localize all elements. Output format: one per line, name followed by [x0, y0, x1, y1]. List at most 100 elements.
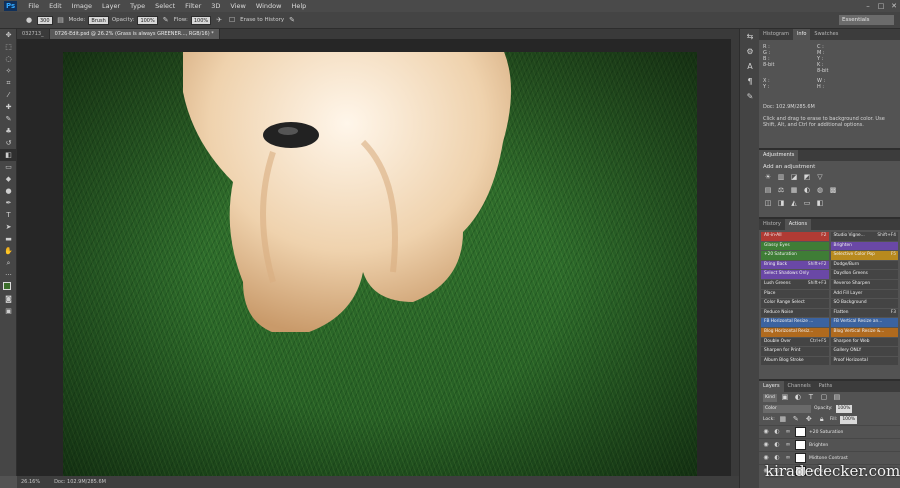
tab-actions[interactable]: Actions	[784, 219, 812, 230]
invert-icon[interactable]: ◫	[763, 199, 773, 208]
gradient-map-triangle-icon[interactable]: ▽	[815, 173, 825, 182]
menu-select[interactable]: Select	[150, 0, 180, 12]
pen-tool-icon[interactable]: ✒	[0, 197, 17, 209]
action-item[interactable]: Sharpen for Web	[830, 337, 898, 347]
healing-brush-tool-icon[interactable]: ✚	[0, 101, 17, 113]
action-item[interactable]: Proof Horizontal	[830, 356, 898, 366]
layer-row[interactable]: ◉ ◐ ∞ +20 Saturation	[759, 425, 900, 438]
fill-field[interactable]: 100%	[840, 415, 858, 424]
zoom-level[interactable]: 26.16%	[21, 479, 40, 485]
erase-history-checkbox[interactable]: ☐	[227, 15, 237, 25]
photo-canvas[interactable]	[63, 52, 697, 476]
menu-help[interactable]: Help	[286, 0, 311, 12]
filter-adjust-icon[interactable]: ◐	[793, 393, 803, 402]
exposure-icon[interactable]: ◩	[802, 173, 812, 182]
selective-color-icon[interactable]: ◧	[815, 199, 825, 208]
gradient-map-icon[interactable]: ▭	[802, 199, 812, 208]
action-item[interactable]: Lush Greens Shift+F3	[761, 279, 829, 289]
canvas-area[interactable]	[17, 39, 739, 476]
menu-image[interactable]: Image	[67, 0, 97, 12]
more-tools-icon[interactable]: ···	[0, 269, 17, 281]
tool-presets-icon[interactable]: ✎	[740, 89, 760, 104]
tab-history[interactable]: History	[759, 219, 785, 230]
path-select-tool-icon[interactable]: ➤	[0, 221, 17, 233]
tab-channels[interactable]: Channels	[784, 381, 815, 392]
action-item[interactable]: Blog Vertical Resize &...	[830, 327, 898, 337]
action-item[interactable]: FB Horizontal Resize ...	[761, 318, 829, 327]
dodge-tool-icon[interactable]: ●	[0, 185, 17, 197]
menu-view[interactable]: View	[225, 0, 250, 12]
character-panel-icon[interactable]: A	[740, 59, 760, 74]
action-item[interactable]: Color Range Select	[761, 299, 829, 308]
threshold-icon[interactable]: ◭	[789, 199, 799, 208]
menu-window[interactable]: Window	[251, 0, 287, 12]
channel-mixer-icon[interactable]: ▩	[828, 186, 838, 195]
visibility-eye-icon[interactable]: ◉	[762, 428, 770, 436]
brightness-icon[interactable]: ☀	[763, 173, 773, 182]
curves-icon[interactable]: ◪	[789, 173, 799, 182]
action-item[interactable]: Selective Color Pop F5	[830, 251, 898, 260]
tab-swatches[interactable]: Swatches	[810, 29, 842, 40]
tab-adjustments[interactable]: Adjustments	[759, 150, 799, 161]
tab-paths[interactable]: Paths	[815, 381, 837, 392]
action-item[interactable]: Dodge/Burn	[830, 260, 898, 270]
filter-shape-icon[interactable]: ▢	[819, 393, 829, 402]
hue-saturation-icon[interactable]: ⚖	[776, 186, 786, 195]
menu-3d[interactable]: 3D	[206, 0, 225, 12]
color-swatches-icon[interactable]	[0, 281, 17, 294]
action-item[interactable]: SO Background	[830, 299, 898, 308]
pressure-size-icon[interactable]: ✎	[287, 15, 297, 25]
mode-select[interactable]: Brush	[88, 15, 109, 25]
close-button[interactable]: ✕	[888, 0, 900, 12]
filter-pixel-icon[interactable]: ▣	[780, 393, 790, 402]
layer-mask-thumb[interactable]	[795, 440, 806, 450]
lock-all-icon[interactable]: 🔒︎	[817, 415, 827, 424]
zoom-tool-icon[interactable]: ⌕	[0, 257, 17, 269]
canvas-scrollbar[interactable]	[731, 39, 739, 476]
action-item[interactable]: Studio Vigne... Shift+F4	[830, 232, 898, 241]
doc-tab-active[interactable]: 0726-Edit.psd @ 26.2% (Grass is always G…	[49, 29, 220, 39]
workspace-select[interactable]: Essentials	[839, 15, 894, 25]
maximize-button[interactable]: □	[875, 0, 887, 12]
action-item[interactable]: Brighten	[830, 241, 898, 251]
blend-mode-select[interactable]: Color	[763, 404, 811, 413]
history-panel-icon[interactable]: ⇆	[740, 29, 760, 44]
pressure-opacity-icon[interactable]: ✎	[161, 15, 171, 25]
photo-filter-icon[interactable]: ◍	[815, 186, 825, 195]
filter-type-icon[interactable]: T	[806, 393, 816, 402]
menu-file[interactable]: File	[23, 0, 44, 12]
lock-position-icon[interactable]: ✥	[804, 415, 814, 424]
quick-select-tool-icon[interactable]: ✧	[0, 65, 17, 77]
vibrance-icon[interactable]: ▤	[763, 186, 773, 195]
filter-smart-icon[interactable]: ▤	[832, 393, 842, 402]
action-item[interactable]: Select Shadows Only	[761, 270, 829, 279]
eyedropper-tool-icon[interactable]: ⁄	[0, 89, 17, 101]
action-item[interactable]: Album Blog Stroke	[761, 356, 829, 366]
menu-layer[interactable]: Layer	[97, 0, 125, 12]
action-item[interactable]: Sharpen for Print	[761, 347, 829, 356]
action-item[interactable]: FB Vertical Resize an...	[830, 318, 898, 327]
action-item[interactable]: Flatten F3	[830, 308, 898, 318]
paragraph-panel-icon[interactable]: ¶	[740, 74, 760, 89]
posterize-icon[interactable]: ◨	[776, 199, 786, 208]
levels-icon[interactable]: ▥	[776, 173, 786, 182]
properties-panel-icon[interactable]: ⚙	[740, 44, 760, 59]
gradient-tool-icon[interactable]: ▭	[0, 161, 17, 173]
move-tool-icon[interactable]: ✥	[0, 29, 17, 41]
action-item[interactable]: Reduce Noise	[761, 308, 829, 318]
flow-field[interactable]: 100%	[190, 15, 212, 25]
brush-tool-icon[interactable]: ✎	[0, 113, 17, 125]
action-item[interactable]: Bring Back Shift+F2	[761, 260, 829, 270]
menu-edit[interactable]: Edit	[44, 0, 67, 12]
lock-pixels-icon[interactable]: ✎	[791, 415, 801, 424]
opacity-field[interactable]: 100%	[137, 15, 158, 25]
tab-info[interactable]: Info	[792, 29, 811, 40]
action-item[interactable]: All-in-All F2	[761, 232, 829, 241]
lasso-tool-icon[interactable]: ◌	[0, 53, 17, 65]
quick-mask-icon[interactable]: ◙	[0, 293, 17, 305]
action-item[interactable]: Daydlon Greens	[830, 270, 898, 279]
eraser-preset-icon[interactable]: ●	[24, 15, 34, 25]
crop-tool-icon[interactable]: ⌗	[0, 77, 17, 89]
color-balance-icon[interactable]: ▦	[789, 186, 799, 195]
action-item[interactable]: Double Over Ctrl+F5	[761, 337, 829, 347]
